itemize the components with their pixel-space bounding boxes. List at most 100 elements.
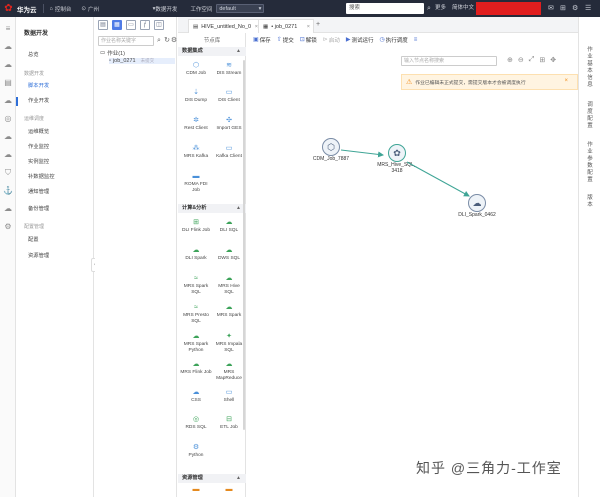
rail-tab-params[interactable]: 作业参数配置 <box>585 142 595 184</box>
node-label: Import GES <box>216 126 242 131</box>
cart-icon[interactable]: ⊞ <box>560 0 566 17</box>
category-compute[interactable]: 计算&分析 ▲ <box>178 204 246 213</box>
script-view-icon[interactable]: ▤ <box>98 20 108 30</box>
database-icon[interactable]: ◎ <box>3 114 13 124</box>
menu-item-config[interactable]: 配置 <box>28 235 39 243</box>
tree-node-job[interactable]: ▫ job_0271 未提交 <box>109 58 175 64</box>
library-scrollbar[interactable] <box>243 60 245 430</box>
menu-icon[interactable]: ≡ <box>3 24 13 34</box>
node-etl-job[interactable]: ⊟ ETL Job <box>213 416 245 431</box>
data-view-icon[interactable]: ◫ <box>154 20 164 30</box>
node-import-ges[interactable]: ✣ Import GES <box>213 117 245 132</box>
node-mrs-flink-job[interactable]: ☁ MRS Flink Job <box>180 361 212 376</box>
node-mrs-presto-sql[interactable]: ≈ MRS Presto SQL <box>180 304 212 325</box>
user-account-redacted[interactable] <box>476 2 541 15</box>
settings-icon[interactable]: ⚙ <box>3 222 13 232</box>
start-button[interactable]: ⊳ 启动 <box>323 36 340 44</box>
language-selector[interactable]: 简体中文 <box>452 0 474 17</box>
node-dis-dump[interactable]: ⇣ DIS Dump <box>180 89 212 104</box>
node-rds-sql[interactable]: ◎ RDS SQL <box>180 416 212 431</box>
global-search-input[interactable]: 搜索 <box>346 3 424 14</box>
node-kafka-client[interactable]: ▭ Kafka Client <box>213 145 245 160</box>
edge-hive-to-dli[interactable] <box>406 161 470 197</box>
settings-icon[interactable]: ⚙ <box>572 0 578 17</box>
node-mrs-kafka[interactable]: ⁂ MRS Kafka <box>180 145 212 160</box>
node-mrs-mapreduce[interactable]: ☁ MRS MapReduce <box>213 361 245 382</box>
resource-view-icon[interactable]: ▭ <box>126 20 136 30</box>
node-cdm-job[interactable]: ⬡ CDM Job <box>180 62 212 77</box>
node-shell[interactable]: ▭ Shell <box>213 389 245 404</box>
function-view-icon[interactable]: ƒ <box>140 20 150 30</box>
category-label: 资源管理 <box>182 475 203 481</box>
node-dli-flink-job[interactable]: ⊞ DLI Flink Job <box>180 219 212 234</box>
node-roma-fdi-job[interactable]: ▬ ROMA FDI Job <box>180 173 212 194</box>
add-tab-icon[interactable]: + <box>316 21 320 28</box>
search-icon[interactable]: ⌕ <box>155 36 163 46</box>
node-python[interactable]: ⚙ Python <box>180 444 212 459</box>
message-icon[interactable]: ✉ <box>548 0 554 17</box>
menu-item-ops-overview[interactable]: 运维概览 <box>28 127 49 135</box>
test-run-button[interactable]: ▶ 测试运行 <box>346 36 374 44</box>
shield-icon[interactable]: ⛉ <box>3 168 13 178</box>
menu-item-backfill-monitor[interactable]: 补数据监控 <box>28 172 55 180</box>
job-properties-rail: 作业基本信息 调度配置 作业参数配置 版本 <box>578 17 600 497</box>
menu-item-instance-monitor[interactable]: 实例监控 <box>28 157 49 165</box>
node-dli-spark[interactable]: ☁ DLI Spark <box>180 247 212 262</box>
node-resource-b[interactable]: ▬ <box>213 486 245 495</box>
node-mrs-impala-sql[interactable]: ✦ MRS Impala SQL <box>213 333 245 354</box>
cloud-icon[interactable]: ☁ <box>3 150 13 160</box>
node-mrs-spark[interactable]: ☁ MRS Spark <box>213 304 245 319</box>
menu-item-resource[interactable]: 资源管理 <box>28 251 49 259</box>
close-icon[interactable]: × <box>307 24 310 30</box>
node-mrs-hive-sql[interactable]: ☁ MRS Hive SQL <box>213 275 245 296</box>
node-mrs-spark-python[interactable]: ☁ MRS Spark Python <box>180 333 212 354</box>
cloud-icon[interactable]: ☁ <box>3 132 13 142</box>
cloud-icon[interactable]: ☁ <box>3 42 13 52</box>
more-menu-button[interactable]: ≡ <box>414 37 418 43</box>
cloud-icon[interactable]: ☁ <box>3 60 13 70</box>
tree-root-jobs[interactable]: ▭ 作业(1) <box>100 49 125 57</box>
cloud-icon[interactable]: ☁ <box>3 204 13 214</box>
settings-icon[interactable]: ⚙ <box>170 36 178 46</box>
tab-job[interactable]: ▦ • job_0271 × <box>258 19 314 33</box>
node-dis-client[interactable]: ▭ DIS Client <box>213 89 245 104</box>
menu-item-overview[interactable]: 总览 <box>28 50 39 58</box>
node-resource-a[interactable]: ▬ <box>180 486 212 495</box>
region-selector[interactable]: ⊙ 广州 ▾ <box>81 5 155 13</box>
more-menu[interactable]: 更多 <box>435 0 446 17</box>
node-mrs-spark-sql[interactable]: ≈ MRS Spark SQL <box>180 275 212 296</box>
submit-button[interactable]: ⇧ 提交 <box>277 36 294 44</box>
unlock-button[interactable]: ⊡ 解锁 <box>300 36 317 44</box>
menu-item-script-dev[interactable]: 脚本开发 <box>28 81 49 89</box>
cdm-icon: ⬡ <box>192 62 200 69</box>
server-icon[interactable]: ▤ <box>3 78 13 88</box>
tab-hive-script[interactable]: ▤ HIVE_untitled_No_0 × <box>188 19 262 33</box>
edge-cdm-to-hive[interactable] <box>340 149 384 158</box>
console-link[interactable]: ⌂ 控制台 <box>50 5 72 13</box>
menu-item-job-monitor[interactable]: 作业监控 <box>28 142 49 150</box>
node-dws-sql[interactable]: ☁ DWS SQL <box>213 247 245 262</box>
menu-item-notification[interactable]: 通知管理 <box>28 187 49 195</box>
category-resource[interactable]: 资源管理 ▲ <box>178 474 246 483</box>
rail-tab-schedule[interactable]: 调度配置 <box>585 102 595 130</box>
cloud-icon[interactable]: ☁ <box>3 96 13 106</box>
node-rest-client[interactable]: ✲ Rest Client <box>180 117 212 132</box>
menu-item-backup[interactable]: 备份管理 <box>28 204 49 212</box>
rds-icon: ◎ <box>192 416 200 423</box>
grid-icon[interactable]: ☰ <box>585 0 591 17</box>
huawei-logo-icon[interactable]: ✿ <box>3 3 14 14</box>
save-button[interactable]: ▣ 保存 <box>253 36 271 44</box>
job-view-icon[interactable]: ▦ <box>112 20 122 30</box>
rail-tab-version[interactable]: 版本 <box>585 195 595 209</box>
node-css[interactable]: ☁ CSS <box>180 389 212 404</box>
rail-tab-basic-info[interactable]: 作业基本信息 <box>585 47 595 89</box>
job-search-input[interactable]: 作业名称关键字 <box>98 36 154 46</box>
anchor-icon[interactable]: ⚓ <box>3 186 13 196</box>
workspace-select[interactable]: default ▾ <box>216 4 265 13</box>
search-icon[interactable]: ⌕ <box>427 0 431 17</box>
menu-item-job-dev[interactable]: 作业开发 <box>28 96 49 104</box>
node-dli-sql[interactable]: ☁ DLI SQL <box>213 219 245 234</box>
node-dis-stream[interactable]: ≋ DIS Stream <box>213 62 245 77</box>
category-integration[interactable]: 数据集成 ▲ <box>178 47 246 56</box>
schedule-button[interactable]: ◷ 执行调度 <box>379 36 407 44</box>
